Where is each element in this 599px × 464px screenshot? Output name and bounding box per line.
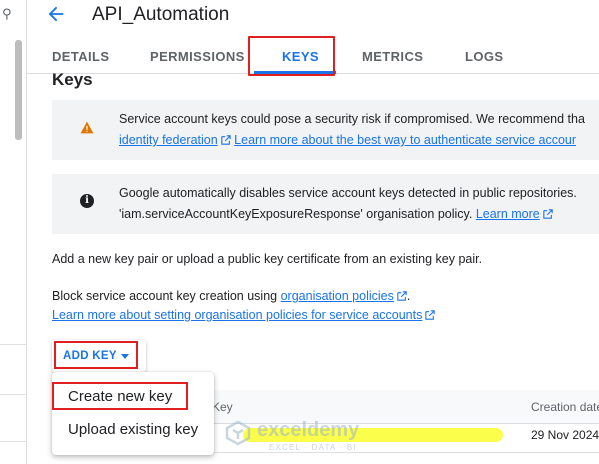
tab-details[interactable]: DETAILS xyxy=(52,34,109,74)
creation-date-cell: 29 Nov 2024 xyxy=(531,428,599,442)
info-icon: i xyxy=(80,194,94,208)
add-key-highlight xyxy=(54,341,138,369)
external-link-icon xyxy=(220,135,231,145)
column-key: Key xyxy=(212,400,233,414)
pin-icon[interactable]: ⚲ xyxy=(2,6,12,22)
tab-metrics[interactable]: METRICS xyxy=(362,34,423,74)
block-creation-text: Block service account key creation using… xyxy=(52,289,410,303)
warning-box: Service account keys could pose a securi… xyxy=(52,100,599,160)
menu-item-upload-existing-key[interactable]: Upload existing key xyxy=(68,421,198,438)
external-link-icon xyxy=(425,310,436,320)
watermark-name: exceldemy xyxy=(257,419,360,441)
identity-federation-link[interactable]: identity federation xyxy=(119,133,218,147)
learn-more-auth-link[interactable]: Learn more about the best way to authent… xyxy=(234,133,576,147)
exceldemy-logo-icon xyxy=(225,420,251,446)
add-key-description: Add a new key pair or upload a public ke… xyxy=(52,252,483,266)
block-suffix: . xyxy=(406,289,411,303)
learn-more-link[interactable]: Learn more xyxy=(476,207,540,221)
watermark: exceldemy EXCEL · DATA · BI xyxy=(225,416,375,456)
page-title: API_Automation xyxy=(92,4,230,25)
column-creation-date[interactable]: Creation date xyxy=(531,400,599,414)
watermark-tagline: EXCEL · DATA · BI xyxy=(269,443,357,452)
block-text: Block service account key creation using xyxy=(52,289,278,303)
external-link-icon xyxy=(397,291,407,301)
info-text: Google automatically disables service ac… xyxy=(119,186,577,200)
warning-icon xyxy=(80,121,94,134)
page-header: API_Automation xyxy=(27,0,599,34)
warning-links: identity federation Learn more about the… xyxy=(119,133,576,147)
external-link-icon xyxy=(543,209,553,219)
warning-text: Service account keys could pose a securi… xyxy=(119,112,585,126)
learn-more-policies-link[interactable]: Learn more about setting organisation po… xyxy=(52,308,422,322)
divider xyxy=(0,394,26,395)
keys-tab-highlight xyxy=(248,36,335,76)
divider xyxy=(0,344,26,345)
tab-permissions[interactable]: PERMISSIONS xyxy=(150,34,245,74)
left-panel: ⚲ xyxy=(0,0,27,464)
create-key-highlight xyxy=(52,382,188,410)
section-heading: Keys xyxy=(52,70,93,89)
organisation-policies-link[interactable]: organisation policies xyxy=(281,289,394,303)
info-text-2: 'iam.serviceAccountKeyExposureResponse' … xyxy=(119,207,553,221)
divider xyxy=(0,441,26,442)
learn-more-policies-line: Learn more about setting organisation po… xyxy=(52,308,436,322)
scrollbar[interactable] xyxy=(15,40,22,140)
info-box: i Google automatically disables service … xyxy=(52,174,599,234)
back-arrow-icon[interactable] xyxy=(45,3,67,25)
tab-logs[interactable]: LOGS xyxy=(465,34,503,74)
info-policy-text: 'iam.serviceAccountKeyExposureResponse' … xyxy=(119,207,473,221)
